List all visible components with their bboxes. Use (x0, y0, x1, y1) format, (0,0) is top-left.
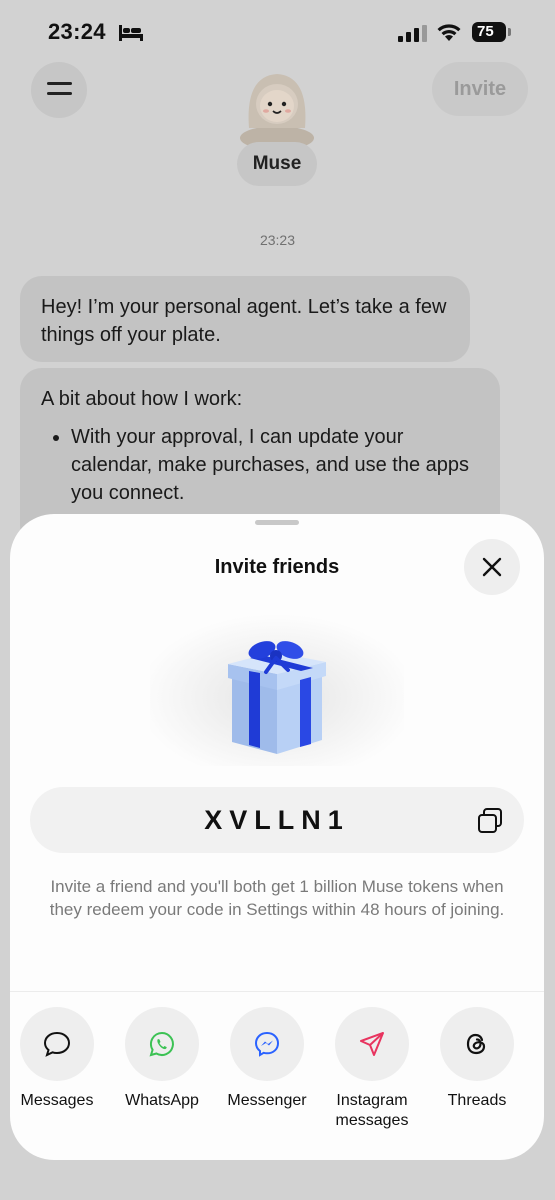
sleep-focus-icon (119, 25, 143, 41)
invite-friends-sheet: Invite friends XVLLN1 Invite a friend an… (10, 514, 544, 1160)
share-option-instagram[interactable]: Instagram messages (320, 1007, 424, 1131)
message-timestamp: 23:23 (259, 232, 296, 248)
message-intro: A bit about how I work: (41, 388, 243, 410)
messenger-icon (254, 1031, 280, 1057)
share-label: Instagram messages (335, 1092, 409, 1129)
share-button[interactable] (20, 1007, 94, 1081)
hamburger-icon (47, 92, 72, 95)
close-icon (482, 557, 502, 577)
battery-tip (508, 28, 511, 36)
invite-code: XVLLN1 (204, 805, 350, 835)
cellular-signal-icon (398, 25, 427, 42)
share-option-threads[interactable]: Threads (425, 1007, 529, 1111)
share-label: Messages (20, 1092, 94, 1109)
agent-message: Hey! I’m your personal agent. Let’s take… (20, 276, 470, 362)
share-label: WhatsApp (125, 1092, 199, 1109)
status-bar: 23:24 75 (0, 0, 555, 62)
status-time: 23:24 (48, 19, 106, 44)
message-list: With your approval, I can update your ca… (41, 423, 479, 507)
paper-plane-icon (360, 1032, 384, 1056)
share-label: Threads (447, 1092, 507, 1109)
share-label: Messenger (227, 1092, 307, 1109)
chat-bubble-icon (43, 1031, 71, 1057)
share-option-messenger[interactable]: Messenger (215, 1007, 319, 1111)
share-button[interactable] (230, 1007, 304, 1081)
share-button[interactable] (125, 1007, 199, 1081)
close-button[interactable] (464, 539, 520, 595)
share-button[interactable] (335, 1007, 409, 1081)
invite-code-field[interactable]: XVLLN1 (30, 787, 524, 853)
share-option-messages[interactable]: Messages (10, 1007, 109, 1111)
message-bullet: With your approval, I can update your ca… (71, 423, 479, 507)
invite-description: Invite a friend and you'll both get 1 bi… (49, 877, 505, 919)
sheet-grabber[interactable] (255, 520, 299, 525)
muse-avatar[interactable] (239, 68, 315, 146)
gift-illustration (150, 614, 404, 766)
message-text: Hey! I’m your personal agent. Let’s take… (41, 296, 447, 346)
menu-button[interactable] (31, 62, 87, 118)
share-button[interactable] (440, 1007, 514, 1081)
battery-indicator: 75 (472, 22, 506, 42)
invite-button[interactable]: Invite (432, 62, 528, 116)
wifi-icon (437, 24, 461, 41)
copy-icon[interactable] (476, 807, 504, 835)
hamburger-icon (47, 82, 72, 85)
divider (10, 991, 544, 992)
threads-icon (466, 1033, 486, 1055)
whatsapp-icon (149, 1031, 174, 1057)
share-option-whatsapp[interactable]: WhatsApp (110, 1007, 214, 1111)
agent-name-chip[interactable]: Muse (237, 142, 317, 186)
